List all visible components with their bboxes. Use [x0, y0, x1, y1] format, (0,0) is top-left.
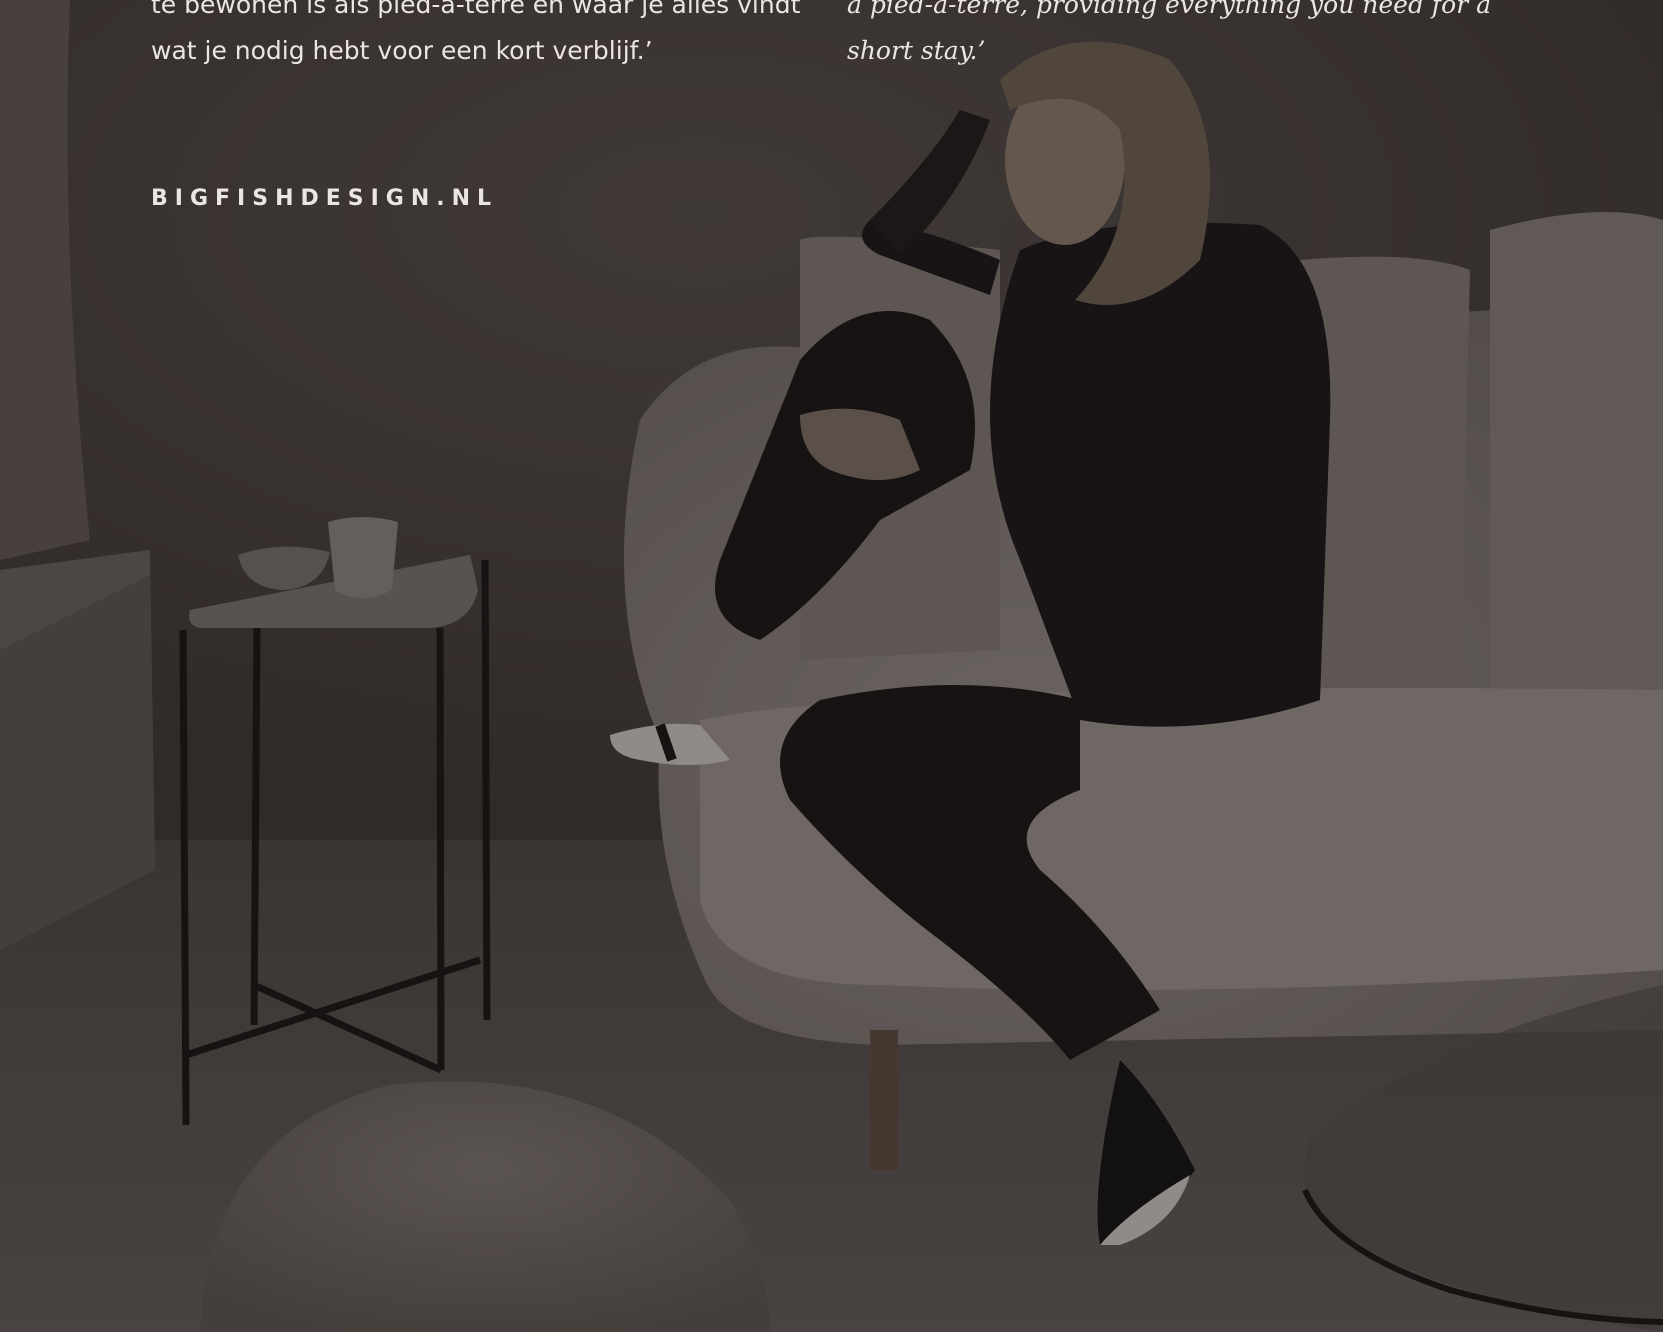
hero-section: te bewonen is als pied-a-terre en waar j…: [0, 0, 1663, 1332]
website-link[interactable]: BIGFISHDESIGN.NL: [151, 186, 498, 211]
quote-english: a pied-a-terre, providing everything you…: [847, 0, 1492, 65]
quote-dutch: te bewonen is als pied-a-terre en waar j…: [151, 0, 801, 65]
